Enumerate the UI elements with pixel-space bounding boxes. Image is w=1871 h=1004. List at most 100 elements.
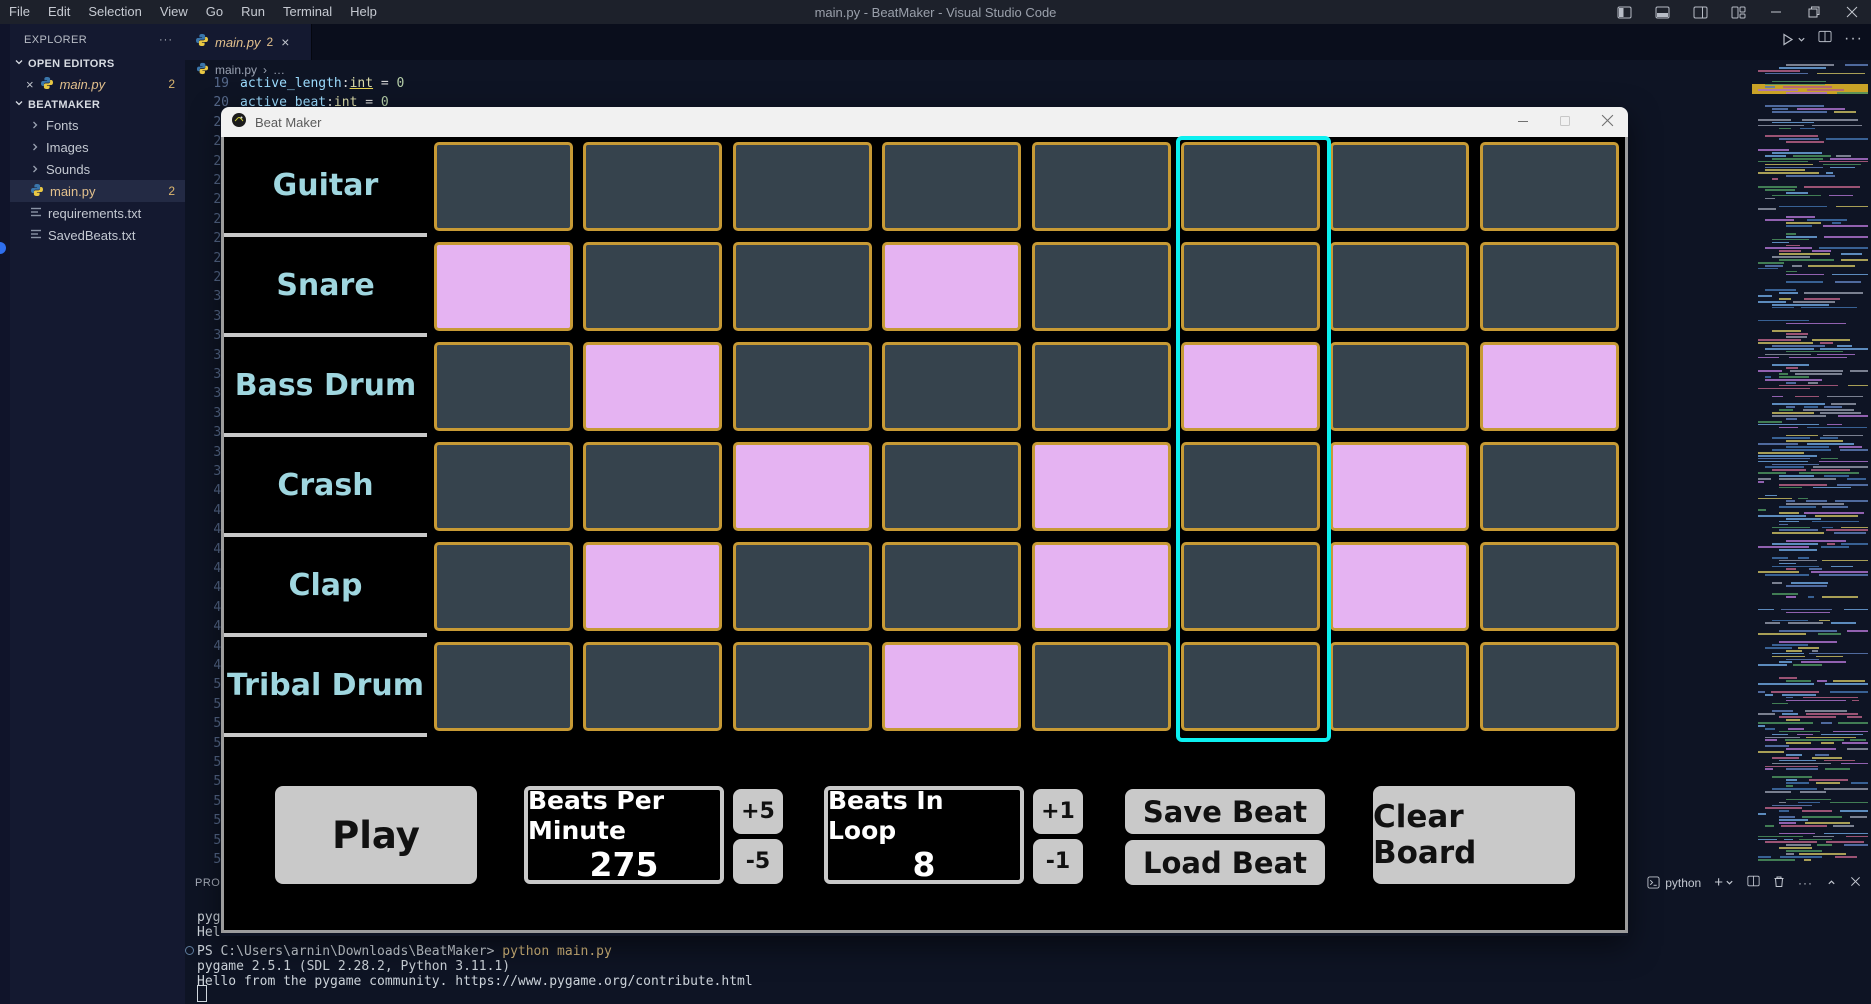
play-button[interactable]: Play bbox=[275, 786, 477, 884]
window-minimize-icon[interactable] bbox=[1757, 0, 1795, 24]
beat-cell-tribal-drum-col3[interactable] bbox=[733, 642, 872, 731]
beat-cell-tribal-drum-col4[interactable] bbox=[882, 642, 1021, 731]
beat-cell-clap-col4[interactable] bbox=[882, 542, 1021, 631]
beat-cell-snare-col5[interactable] bbox=[1032, 242, 1171, 331]
window-restore-icon[interactable] bbox=[1795, 0, 1833, 24]
beat-cell-crash-col1[interactable] bbox=[434, 442, 573, 531]
beat-cell-guitar-col5[interactable] bbox=[1032, 142, 1171, 231]
split-terminal-icon[interactable] bbox=[1747, 875, 1760, 890]
window-close-icon[interactable] bbox=[1833, 0, 1871, 24]
beat-cell-clap-col1[interactable] bbox=[434, 542, 573, 631]
sidebar-item-sounds[interactable]: Sounds bbox=[10, 158, 185, 180]
bpm-down-button[interactable]: -5 bbox=[733, 839, 783, 884]
menu-help[interactable]: Help bbox=[341, 0, 386, 24]
tab-main-py[interactable]: main.py 2 × bbox=[185, 24, 312, 60]
open-editor-main.py[interactable]: ×main.py2 bbox=[10, 73, 185, 95]
beat-cell-clap-col8[interactable] bbox=[1480, 542, 1619, 631]
beat-cell-crash-col8[interactable] bbox=[1480, 442, 1619, 531]
menu-run[interactable]: Run bbox=[232, 0, 274, 24]
panel-tab-problems-clipped[interactable]: PRO bbox=[195, 877, 220, 889]
new-terminal-icon[interactable]: + bbox=[1714, 874, 1734, 891]
beat-cell-guitar-col4[interactable] bbox=[882, 142, 1021, 231]
panel-maximize-icon[interactable] bbox=[1826, 876, 1837, 890]
menu-terminal[interactable]: Terminal bbox=[274, 0, 341, 24]
beat-cell-bass-drum-col5[interactable] bbox=[1032, 342, 1171, 431]
beat-cell-crash-col7[interactable] bbox=[1330, 442, 1469, 531]
loop-down-button[interactable]: -1 bbox=[1033, 839, 1083, 884]
sidebar-item-fonts[interactable]: Fonts bbox=[10, 114, 185, 136]
beat-cell-bass-drum-col8[interactable] bbox=[1480, 342, 1619, 431]
minimap[interactable] bbox=[1752, 60, 1868, 870]
beat-cell-tribal-drum-col6[interactable] bbox=[1181, 642, 1320, 731]
menu-file[interactable]: File bbox=[0, 0, 39, 24]
beat-cell-tribal-drum-col1[interactable] bbox=[434, 642, 573, 731]
beat-cell-snare-col1[interactable] bbox=[434, 242, 573, 331]
beat-cell-guitar-col6[interactable] bbox=[1181, 142, 1320, 231]
toggle-panel-icon[interactable] bbox=[1643, 0, 1681, 24]
menu-edit[interactable]: Edit bbox=[39, 0, 79, 24]
command-decoration-icon[interactable] bbox=[185, 946, 194, 955]
beat-cell-tribal-drum-col7[interactable] bbox=[1330, 642, 1469, 731]
beat-cell-clap-col6[interactable] bbox=[1181, 542, 1320, 631]
beat-cell-bass-drum-col4[interactable] bbox=[882, 342, 1021, 431]
beat-cell-crash-col2[interactable] bbox=[583, 442, 722, 531]
beat-cell-guitar-col7[interactable] bbox=[1330, 142, 1469, 231]
beat-cell-bass-drum-col3[interactable] bbox=[733, 342, 872, 431]
menu-selection[interactable]: Selection bbox=[79, 0, 150, 24]
beat-cell-tribal-drum-col8[interactable] bbox=[1480, 642, 1619, 731]
terminal-more-icon[interactable]: ··· bbox=[1798, 876, 1813, 890]
project-root-section[interactable]: BEATMAKER bbox=[10, 95, 185, 114]
save-beat-button[interactable]: Save Beat bbox=[1125, 789, 1325, 834]
terminal-shell-item[interactable]: python bbox=[1647, 876, 1701, 890]
loop-up-button[interactable]: +1 bbox=[1033, 789, 1083, 834]
beat-cell-guitar-col3[interactable] bbox=[733, 142, 872, 231]
menu-go[interactable]: Go bbox=[197, 0, 232, 24]
kill-terminal-icon[interactable] bbox=[1773, 875, 1785, 891]
beat-cell-snare-col2[interactable] bbox=[583, 242, 722, 331]
beat-cell-crash-col5[interactable] bbox=[1032, 442, 1171, 531]
beat-cell-bass-drum-col6[interactable] bbox=[1181, 342, 1320, 431]
beat-cell-guitar-col2[interactable] bbox=[583, 142, 722, 231]
beat-cell-clap-col7[interactable] bbox=[1330, 542, 1469, 631]
beat-cell-bass-drum-col1[interactable] bbox=[434, 342, 573, 431]
explorer-more-icon[interactable]: ··· bbox=[159, 34, 173, 46]
menu-view[interactable]: View bbox=[151, 0, 197, 24]
split-editor-icon[interactable] bbox=[1818, 30, 1832, 48]
sidebar-item-savedbeats-txt[interactable]: SavedBeats.txt bbox=[10, 224, 185, 246]
beat-cell-snare-col7[interactable] bbox=[1330, 242, 1469, 331]
open-editors-section[interactable]: OPEN EDITORS bbox=[10, 54, 185, 73]
beat-cell-guitar-col1[interactable] bbox=[434, 142, 573, 231]
more-actions-icon[interactable]: ··· bbox=[1844, 30, 1863, 48]
beat-cell-crash-col3[interactable] bbox=[733, 442, 872, 531]
toggle-sidebar-icon[interactable] bbox=[1605, 0, 1643, 24]
beat-cell-clap-col2[interactable] bbox=[583, 542, 722, 631]
breadcrumb[interactable]: main.py › … bbox=[196, 60, 285, 80]
beat-cell-snare-col3[interactable] bbox=[733, 242, 872, 331]
beat-cell-snare-col8[interactable] bbox=[1480, 242, 1619, 331]
beat-cell-crash-col6[interactable] bbox=[1181, 442, 1320, 531]
tab-close-icon[interactable]: × bbox=[281, 34, 289, 50]
beat-cell-clap-col5[interactable] bbox=[1032, 542, 1171, 631]
beat-cell-snare-col4[interactable] bbox=[882, 242, 1021, 331]
beat-cell-bass-drum-col2[interactable] bbox=[583, 342, 722, 431]
clear-board-button[interactable]: Clear Board bbox=[1373, 786, 1575, 884]
close-editor-icon[interactable]: × bbox=[26, 77, 34, 92]
beat-cell-crash-col4[interactable] bbox=[882, 442, 1021, 531]
customize-layout-icon[interactable] bbox=[1719, 0, 1757, 24]
beat-cell-tribal-drum-col5[interactable] bbox=[1032, 642, 1171, 731]
bpm-up-button[interactable]: +5 bbox=[733, 789, 783, 834]
beatmaker-close-icon[interactable] bbox=[1601, 114, 1614, 130]
beatmaker-minimize-icon[interactable] bbox=[1517, 114, 1529, 130]
beat-cell-snare-col6[interactable] bbox=[1181, 242, 1320, 331]
beatmaker-maximize-icon[interactable] bbox=[1559, 114, 1571, 130]
sidebar-item-images[interactable]: Images bbox=[10, 136, 185, 158]
beatmaker-titlebar[interactable]: Beat Maker bbox=[221, 107, 1628, 137]
toggle-secondary-sidebar-icon[interactable] bbox=[1681, 0, 1719, 24]
run-python-icon[interactable] bbox=[1781, 33, 1806, 46]
beat-cell-guitar-col8[interactable] bbox=[1480, 142, 1619, 231]
beat-cell-tribal-drum-col2[interactable] bbox=[583, 642, 722, 731]
sidebar-item-requirements-txt[interactable]: requirements.txt bbox=[10, 202, 185, 224]
panel-close-icon[interactable] bbox=[1850, 876, 1861, 890]
sidebar-item-main-py[interactable]: main.py2 bbox=[10, 180, 185, 202]
beat-cell-bass-drum-col7[interactable] bbox=[1330, 342, 1469, 431]
